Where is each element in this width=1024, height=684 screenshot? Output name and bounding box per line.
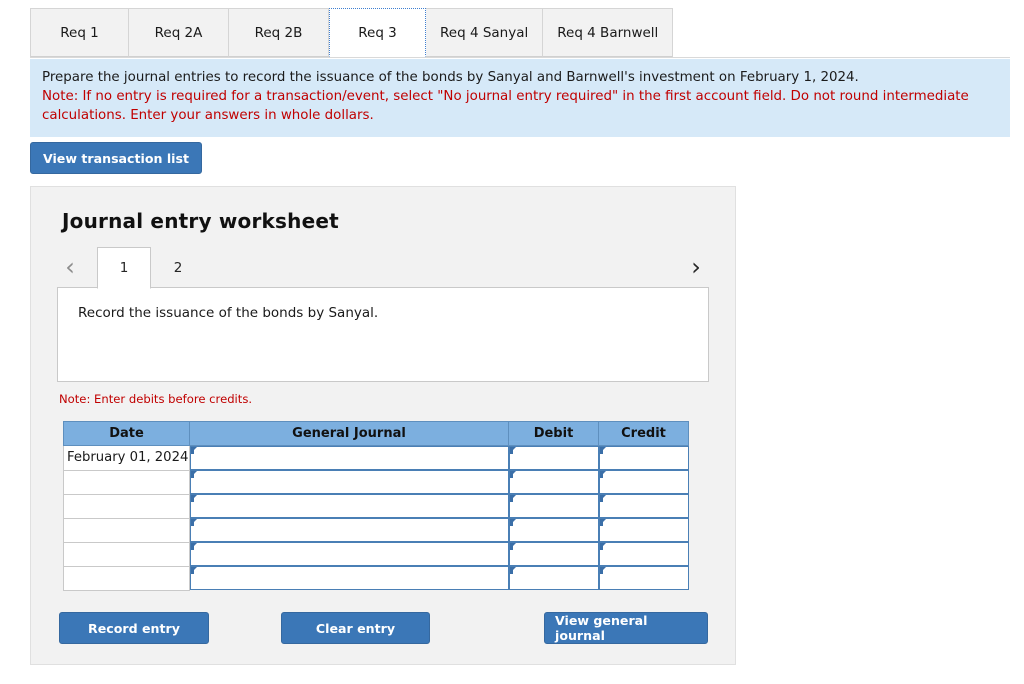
instruction-note-text: Note: If no entry is required for a tran… [42,89,969,124]
cell-debit[interactable] [508,470,599,494]
cell-date [63,541,190,567]
credit-input[interactable] [598,518,689,542]
tab-req-2a[interactable]: Req 2A [129,8,229,57]
page-root: Req 1 Req 2A Req 2B Req 3 Req 4 Sanyal R… [0,0,1024,684]
cell-debit[interactable] [508,518,599,542]
worksheet-description-text: Record the issuance of the bonds by Sany… [78,305,379,321]
worksheet-page-tabs: 1 2 [97,245,205,289]
cell-general-journal[interactable] [189,470,509,494]
cell-credit[interactable] [598,494,689,518]
credit-input[interactable] [598,542,689,566]
debit-input[interactable] [508,494,599,518]
tab-req-1[interactable]: Req 1 [30,8,129,57]
cell-date [63,469,190,495]
general-journal-input[interactable] [190,542,509,566]
tab-req-3[interactable]: Req 3 [329,8,426,57]
cell-credit[interactable] [598,470,689,494]
general-journal-input[interactable] [190,566,509,590]
cell-credit[interactable] [598,542,689,566]
column-header-date: Date [63,421,190,446]
cell-credit[interactable] [598,566,689,590]
cell-credit[interactable] [598,518,689,542]
tab-label: Req 2A [154,24,203,41]
journal-entry-table: Date General Journal Debit Credit Februa… [63,421,689,591]
table-row [63,493,689,519]
column-header-general-journal: General Journal [189,421,509,446]
table-header-row: Date General Journal Debit Credit [63,421,689,446]
clear-entry-button[interactable]: Clear entry [281,612,430,644]
credit-input[interactable] [598,566,689,590]
table-row [63,517,689,543]
chevron-right-icon[interactable]: › [683,251,709,283]
cell-general-journal[interactable] [189,542,509,566]
credit-input[interactable] [598,470,689,494]
tab-label: Req 4 Sanyal [440,24,529,41]
table-row [63,469,689,495]
cell-debit[interactable] [508,445,599,470]
worksheet-pager: ‹ 1 2 › [57,245,709,289]
credit-input[interactable] [598,446,689,470]
general-journal-input[interactable] [190,470,509,494]
view-general-journal-button[interactable]: View general journal [544,612,708,644]
table-row: February 01, 2024 [63,445,689,471]
tab-label: Req 1 [60,24,99,41]
tab-label: Req 2B [254,24,303,41]
cell-general-journal[interactable] [189,494,509,518]
cell-date [63,493,190,519]
cell-debit[interactable] [508,542,599,566]
cell-date [63,565,190,591]
worksheet-page-1[interactable]: 1 [97,247,151,289]
cell-debit[interactable] [508,494,599,518]
debits-before-credits-note: Note: Enter debits before credits. [59,392,253,406]
column-header-debit: Debit [508,421,599,446]
debit-input[interactable] [508,566,599,590]
column-header-credit: Credit [598,421,689,446]
debit-input[interactable] [508,542,599,566]
general-journal-input[interactable] [190,518,509,542]
tab-req-4-sanyal[interactable]: Req 4 Sanyal [426,8,544,57]
general-journal-input[interactable] [190,494,509,518]
cell-date: February 01, 2024 [63,445,190,471]
debit-input[interactable] [508,518,599,542]
tab-req-4-barnwell[interactable]: Req 4 Barnwell [543,8,674,57]
general-journal-input[interactable] [190,446,509,470]
requirement-tabs: Req 1 Req 2A Req 2B Req 3 Req 4 Sanyal R… [30,8,674,58]
cell-date [63,517,190,543]
debit-input[interactable] [508,470,599,494]
worksheet-page-2[interactable]: 2 [151,247,205,289]
table-row [63,541,689,567]
tabstrip-divider [30,57,1010,58]
record-entry-button[interactable]: Record entry [59,612,209,644]
cell-general-journal[interactable] [189,518,509,542]
cell-general-journal[interactable] [189,445,509,470]
tab-label: Req 4 Barnwell [557,24,659,41]
journal-entry-worksheet-panel: Journal entry worksheet ‹ 1 2 › Record t… [30,186,736,665]
credit-input[interactable] [598,494,689,518]
cell-debit[interactable] [508,566,599,590]
instruction-panel: Prepare the journal entries to record th… [30,59,1010,138]
cell-credit[interactable] [598,445,689,470]
instruction-primary-text: Prepare the journal entries to record th… [42,70,859,85]
worksheet-description-box: Record the issuance of the bonds by Sany… [57,287,709,382]
tab-label: Req 3 [358,24,397,41]
view-transaction-list-button[interactable]: View transaction list [30,142,202,174]
cell-general-journal[interactable] [189,566,509,590]
worksheet-title: Journal entry worksheet [62,209,339,233]
table-row [63,565,689,591]
chevron-left-icon[interactable]: ‹ [57,251,83,283]
tab-req-2b[interactable]: Req 2B [229,8,329,57]
debit-input[interactable] [508,446,599,470]
